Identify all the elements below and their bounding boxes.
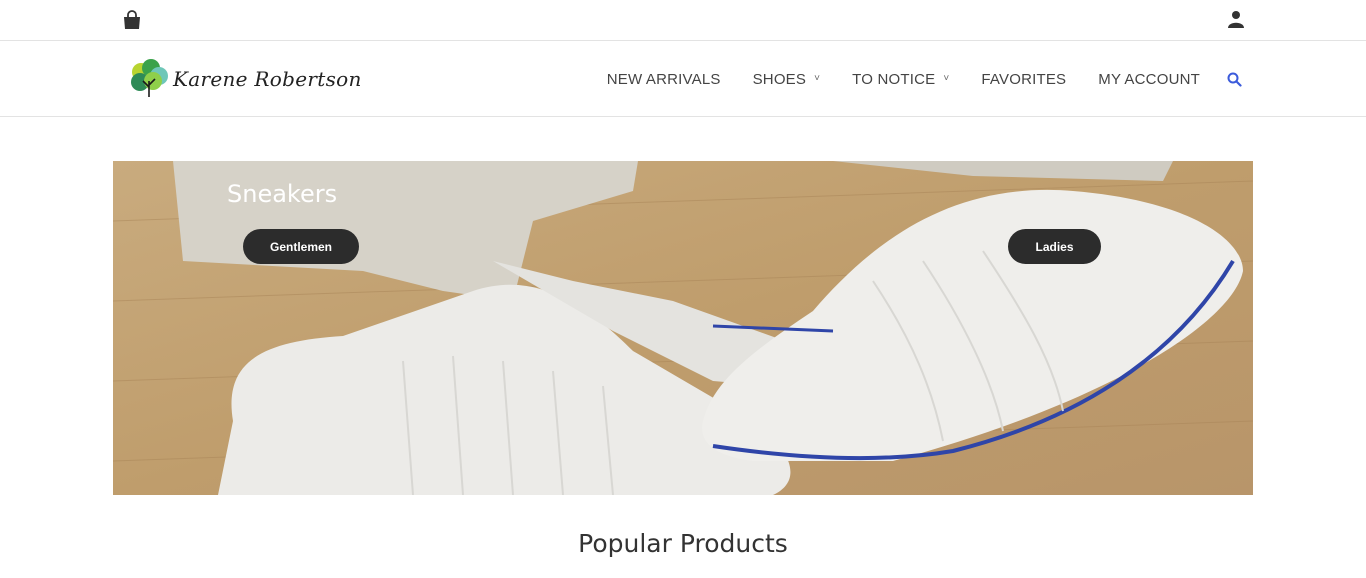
chevron-down-icon: ˅	[814, 72, 821, 84]
site-header: Karene Robertson NEW ARRIVALS SHOES ˅ TO…	[0, 41, 1366, 117]
nav-item-label: SHOES	[752, 70, 807, 88]
logo-text: Karene Robertson	[173, 67, 362, 91]
nav-item-label: NEW ARRIVALS	[606, 70, 721, 88]
nav-item-new-arrivals[interactable]: NEW ARRIVALS	[607, 71, 721, 88]
shopping-bag-icon[interactable]	[122, 10, 142, 30]
gentlemen-button[interactable]: Gentlemen	[243, 229, 359, 264]
hero-banner: Sneakers Gentlemen Ladies	[113, 161, 1253, 495]
nav-item-label: FAVORITES	[981, 70, 1067, 88]
nav-item-label: MY ACCOUNT	[1098, 70, 1200, 88]
nav-item-my-account[interactable]: MY ACCOUNT	[1098, 71, 1200, 88]
ladies-button[interactable]: Ladies	[1008, 229, 1101, 264]
logo[interactable]: Karene Robertson	[128, 59, 362, 99]
search-icon[interactable]	[1227, 72, 1242, 87]
hero-title: Sneakers	[227, 180, 338, 208]
nav-item-favorites[interactable]: FAVORITES	[981, 71, 1066, 88]
hero-image	[113, 161, 1253, 495]
nav-item-shoes[interactable]: SHOES ˅	[753, 71, 821, 88]
tree-logo-icon	[131, 59, 168, 97]
nav-item-label: TO NOTICE	[852, 70, 936, 88]
nav-item-to-notice[interactable]: TO NOTICE ˅	[852, 71, 949, 88]
popular-products-heading: Popular Products	[578, 529, 788, 558]
user-icon[interactable]	[1227, 10, 1245, 28]
chevron-down-icon: ˅	[943, 72, 950, 84]
top-bar	[0, 0, 1366, 41]
main-nav: NEW ARRIVALS SHOES ˅ TO NOTICE ˅ FAVORIT…	[607, 41, 1242, 117]
